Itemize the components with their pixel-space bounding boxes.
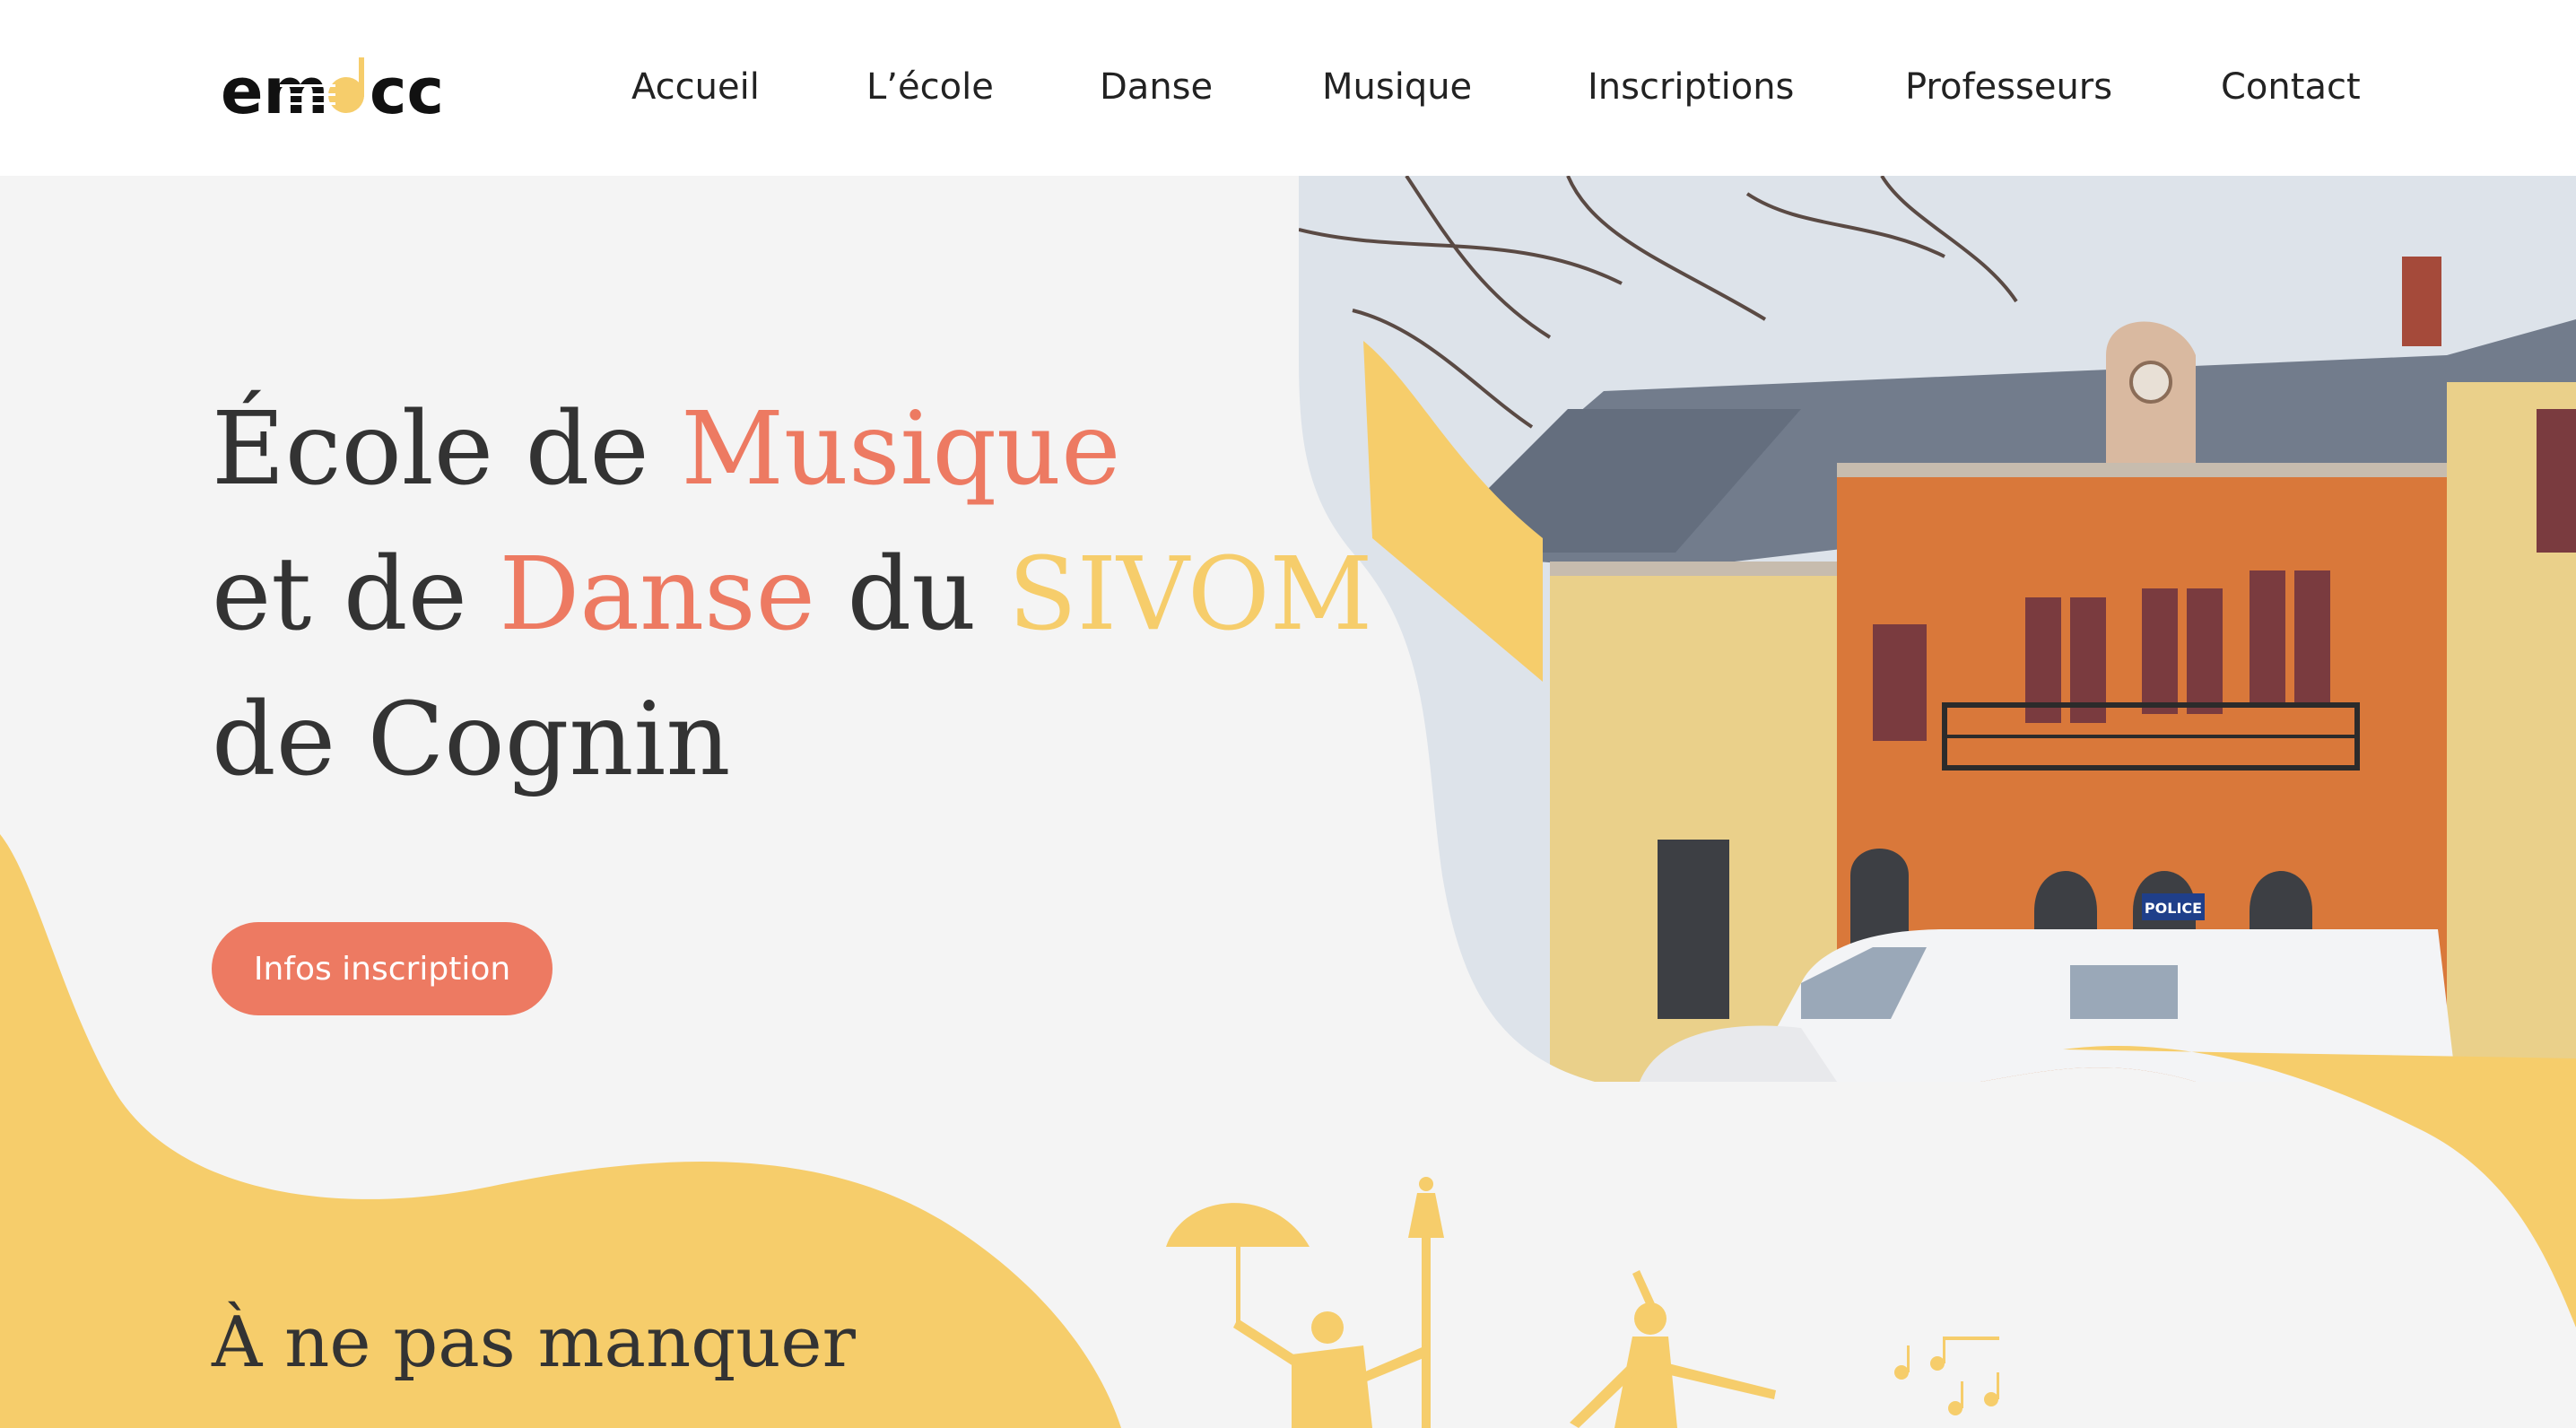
- street-lamp-icon: [1363, 1177, 1444, 1428]
- main-nav: Accueil L’école Danse Musique Inscriptio…: [0, 56, 2576, 118]
- nav-item-musique[interactable]: Musique: [1322, 56, 1472, 118]
- nav-item-inscriptions[interactable]: Inscriptions: [1588, 56, 1794, 118]
- umbrella-dancer-icon: [1166, 1203, 1372, 1428]
- site-header: em cc Accueil L’école Danse Musique Insc…: [0, 0, 2576, 176]
- hero-title-part-7: de Cognin: [212, 682, 731, 798]
- hero-title-sivom: SIVOM: [1007, 536, 1373, 653]
- hero-title-danse: Danse: [499, 536, 815, 653]
- nav-item-accueil[interactable]: Accueil: [631, 56, 760, 118]
- nav-item-professeurs[interactable]: Professeurs: [1905, 56, 2112, 118]
- nav-item-contact[interactable]: Contact: [2221, 56, 2361, 118]
- hero-title-part-5: du: [814, 536, 1008, 653]
- dancer-icon: [1570, 1270, 1776, 1428]
- hero-title-part-1: École de: [212, 391, 682, 508]
- hero-title-musique: Musique: [681, 391, 1121, 508]
- infos-inscription-button[interactable]: Infos inscription: [212, 922, 553, 1015]
- hero-title-part-3: et de: [212, 536, 500, 653]
- section-title-a-ne-pas-manquer: À ne pas manquer: [212, 1302, 856, 1383]
- nav-item-danse[interactable]: Danse: [1100, 56, 1213, 118]
- hero-title: École de Musique et de Danse du SIVOM de…: [212, 377, 1372, 813]
- music-notes-icon: [1894, 1337, 1999, 1415]
- nav-item-ecole[interactable]: L’école: [866, 56, 994, 118]
- decorative-silhouettes: [1166, 1177, 1999, 1428]
